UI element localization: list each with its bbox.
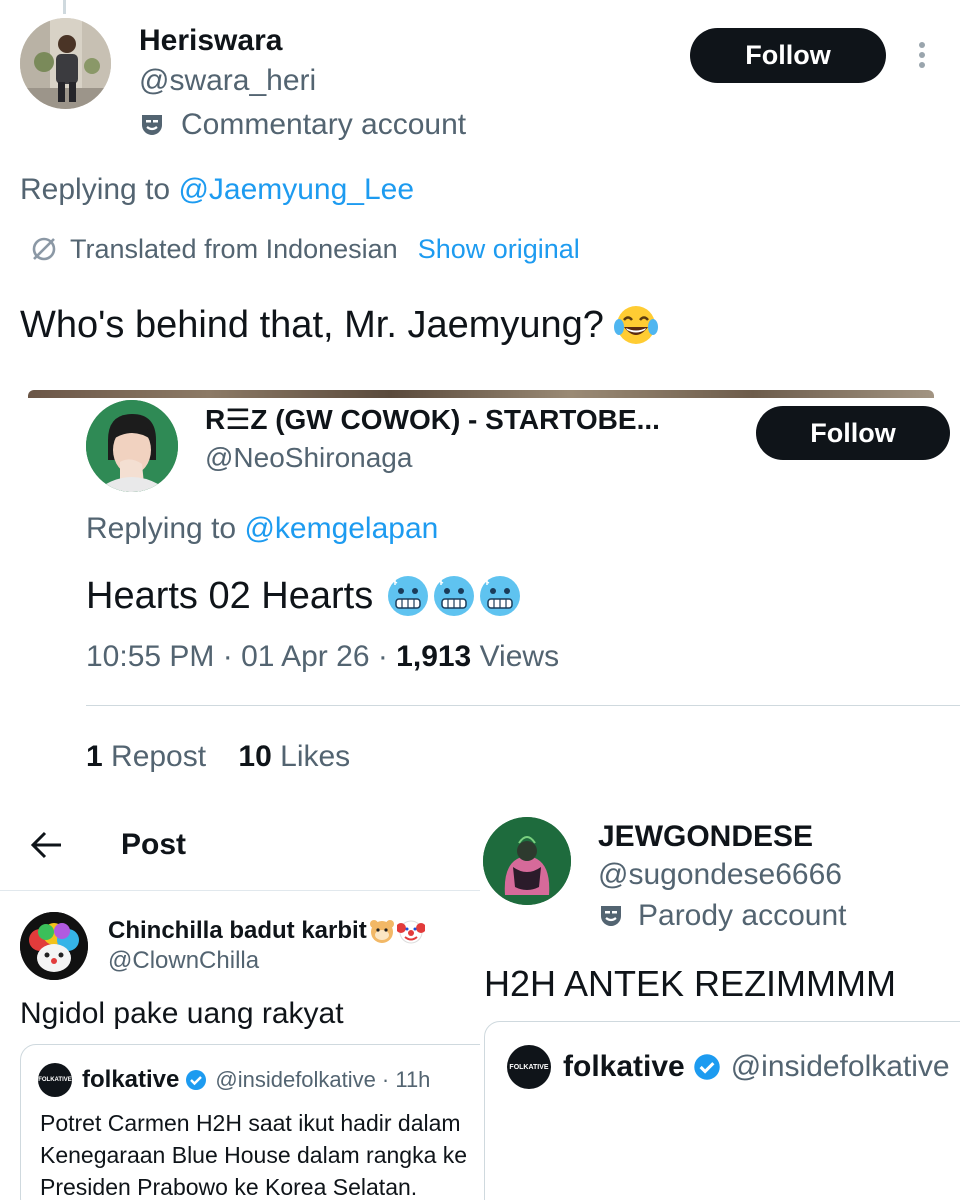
back-arrow-icon[interactable] [30, 830, 64, 860]
account-label: Parody account [638, 899, 847, 932]
clown-face-emoji [396, 920, 425, 944]
avatar[interactable] [483, 817, 571, 905]
show-original-link[interactable]: Show original [418, 234, 580, 265]
thread-line [63, 0, 66, 14]
quote-author-name[interactable]: folkative [82, 1066, 179, 1094]
replying-prefix: Replying to [86, 512, 245, 545]
translate-icon [30, 235, 58, 263]
account-label-row: Parody account [598, 899, 846, 933]
cold-face-emojis [385, 573, 523, 619]
views-label: Views [471, 640, 560, 673]
avatar[interactable] [86, 400, 178, 492]
folkative-logo-icon: FOLKATIVE [507, 1045, 551, 1089]
cold-face-emoji [434, 576, 475, 616]
author-name[interactable]: JEWGONDESE [598, 820, 813, 854]
theater-masks-icon [598, 903, 624, 929]
avatar[interactable] [20, 18, 111, 109]
reposts-count: 1 [86, 740, 103, 773]
translation-row: Translated from Indonesian Show original [30, 232, 580, 266]
quote-text-line-2: Kenegaraan Blue House dalam rangka ke [40, 1142, 468, 1168]
post-text: Who's behind that, Mr. Jaemyung? [20, 303, 604, 346]
replying-prefix: Replying to [20, 173, 179, 206]
replying-handle-link[interactable]: @Jaemyung_Lee [178, 173, 414, 206]
cold-face-emoji [388, 576, 429, 616]
author-name[interactable]: Chinchilla badut karbit [108, 917, 367, 945]
post-text-row: Hearts 02 Hearts [86, 574, 523, 618]
engagement-stats: 1 Repost 10 Likes [86, 740, 350, 774]
quote-text-line-1: Potret Carmen H2H saat ikut hadir dalam [40, 1110, 461, 1136]
page-title: Post [121, 828, 187, 861]
avatar[interactable] [20, 912, 88, 980]
author-handle[interactable]: @swara_heri [139, 64, 316, 98]
likes-stat[interactable]: 10 Likes [238, 740, 350, 773]
reposts-label: Repost [102, 740, 207, 773]
verified-badge-icon [186, 1070, 207, 1090]
quoted-post-card[interactable]: FOLKATIVE folkative @insidefolkative [484, 1021, 960, 1200]
more-options-icon[interactable] [916, 40, 928, 72]
post-panel-sugondese: JEWGONDESE @sugondese6666 Parody account… [480, 800, 960, 1200]
replying-to: Replying to @kemgelapan [86, 512, 438, 546]
author-name[interactable]: Heriswara [139, 24, 282, 58]
quote-author-handle[interactable]: @insidefolkative [731, 1050, 950, 1084]
folkative-logo-icon: FOLKATIVE [38, 1063, 72, 1097]
views-count: 1,913 [396, 640, 472, 673]
likes-label: Likes [271, 740, 351, 773]
follow-button[interactable]: Follow [756, 406, 950, 460]
divider [0, 890, 480, 891]
quote-header: FOLKATIVE folkative @insidefolkative · 1… [38, 1063, 430, 1097]
post-panel-neoshironaga: R☰Z (GW COWOK) - STARTOBE... @NeoShirona… [0, 398, 960, 800]
divider [86, 705, 960, 706]
post-text: Ngidol pake uang rakyat [20, 997, 344, 1030]
account-label-row: Commentary account [139, 108, 466, 142]
author-name-row: Chinchilla badut karbit [108, 916, 425, 946]
translated-label: Translated from Indonesian [70, 233, 398, 264]
likes-count: 10 [238, 740, 272, 773]
follow-button[interactable]: Follow [690, 28, 886, 83]
quote-header: FOLKATIVE folkative @insidefolkative [507, 1045, 950, 1089]
post-timestamp[interactable]: 10:55 PM · 01 Apr 26 · [86, 640, 396, 673]
quote-text-line-3: Presiden Prabowo ke Korea Selatan. [40, 1174, 418, 1200]
author-handle[interactable]: @sugondese6666 [598, 858, 842, 892]
quote-author-handle[interactable]: @insidefolkative [215, 1067, 376, 1093]
tears-of-joy-emoji [613, 303, 658, 347]
post-meta: 10:55 PM · 01 Apr 26 · 1,913 Views [86, 640, 559, 674]
post-text: Hearts 02 Hearts [86, 574, 374, 617]
hamster-emoji [369, 920, 394, 943]
theater-masks-icon [139, 112, 165, 138]
quote-time: · 11h [381, 1067, 431, 1092]
post-text: H2H ANTEK REZIMMMM [484, 963, 897, 1004]
replying-handle-link[interactable]: @kemgelapan [244, 512, 438, 545]
author-handle[interactable]: @ClownChilla [108, 947, 259, 975]
post-text-row: Who's behind that, Mr. Jaemyung? [20, 303, 658, 347]
reposts-stat[interactable]: 1 Repost [86, 740, 206, 773]
account-label: Commentary account [181, 108, 467, 141]
verified-badge-icon [693, 1054, 720, 1080]
cold-face-emoji [480, 576, 521, 616]
author-handle[interactable]: @NeoShironaga [205, 442, 412, 474]
quote-author-name[interactable]: folkative [563, 1050, 685, 1084]
replying-to: Replying to @Jaemyung_Lee [20, 173, 414, 207]
post-panel-clownchilla: Post Chinchilla badut karbit @ClownChill… [0, 800, 480, 1200]
quoted-post-card[interactable]: FOLKATIVE folkative @insidefolkative · 1… [20, 1044, 480, 1200]
author-name[interactable]: R☰Z (GW COWOK) - STARTOBE... [205, 403, 735, 436]
